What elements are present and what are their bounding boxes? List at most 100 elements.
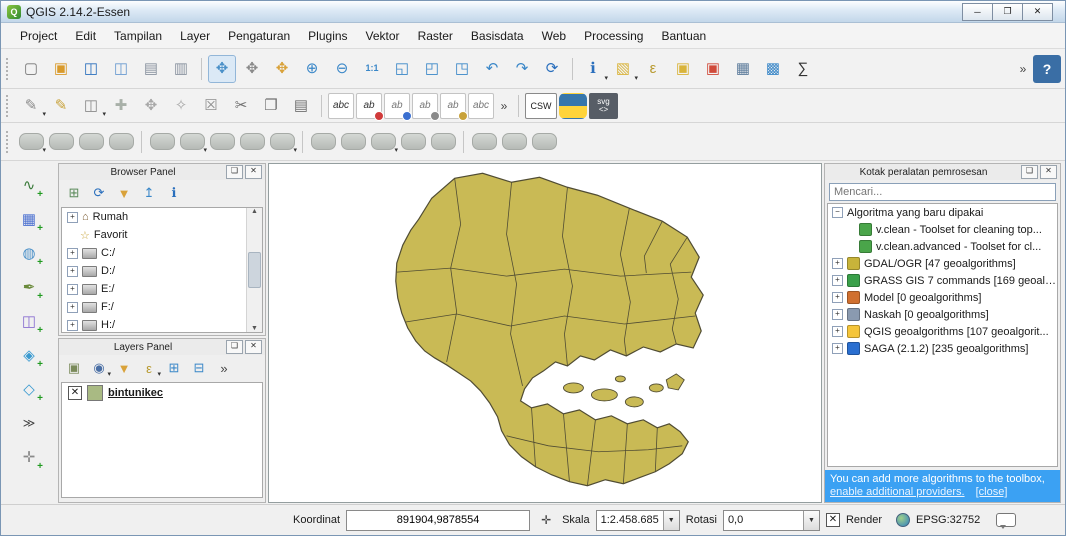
zoom-out-button[interactable]: ⊖ bbox=[328, 55, 356, 83]
current-edits-button[interactable]: ✎ ▾ bbox=[17, 93, 46, 119]
browser-item-rumah[interactable]: + ⌂ Rumah bbox=[62, 208, 262, 226]
field-calculator-button[interactable]: ▩ bbox=[759, 55, 787, 83]
statistical-summary-button[interactable]: ∑ bbox=[789, 55, 817, 83]
touch-zoom-pan-button[interactable]: ✥ bbox=[208, 54, 236, 83]
browser-item-f[interactable]: + F:/ bbox=[62, 298, 262, 316]
add-postgis-layer-button[interactable]: ◍ + bbox=[15, 239, 43, 269]
paste-features-button[interactable]: ▤ bbox=[287, 93, 315, 119]
toolbox-saga-group[interactable]: + SAGA (2.1.2) [235 geoalgorithms] bbox=[828, 340, 1057, 357]
collapse-all-layers-button[interactable]: ⊟ bbox=[189, 358, 209, 378]
layers-float-button[interactable]: ❏ bbox=[226, 340, 243, 354]
toolbox-close-button[interactable]: ✕ bbox=[1040, 165, 1057, 179]
toolbox-model-group[interactable]: + Model [0 geoalgorithms] bbox=[828, 289, 1057, 306]
menu-web[interactable]: Web bbox=[533, 25, 575, 47]
new-shapefile-layer-button[interactable]: ✛ + bbox=[15, 443, 43, 473]
layer-labeling-button[interactable]: abc bbox=[328, 92, 354, 119]
browser-item-c[interactable]: + C:/ bbox=[62, 244, 262, 262]
toolbox-gdal-group[interactable]: + GDAL/OGR [47 geoalgorithms] bbox=[828, 255, 1057, 272]
expand-icon[interactable]: + bbox=[67, 301, 78, 313]
menu-edit[interactable]: Edit bbox=[66, 25, 105, 47]
browser-scrollbar[interactable]: ▲ ▼ bbox=[246, 208, 262, 332]
remove-selection-button[interactable]: ▣ bbox=[699, 55, 727, 83]
toolbar1-overflow-chevron[interactable]: » bbox=[1015, 55, 1031, 83]
add-spatialite-layer-button[interactable]: ✒ + bbox=[15, 273, 43, 303]
restore-button[interactable]: ❐ bbox=[992, 2, 1023, 21]
minimize-button[interactable]: ─ bbox=[962, 2, 993, 21]
expand-icon[interactable]: + bbox=[832, 326, 843, 337]
delete-selected-button[interactable]: ☒ bbox=[197, 93, 225, 119]
expand-icon[interactable]: + bbox=[832, 292, 843, 303]
plugin-tool-08-button[interactable] bbox=[238, 129, 266, 155]
plugin-tool-01-button[interactable]: ▾ bbox=[17, 129, 46, 155]
expand-all-button[interactable]: ⊞ bbox=[164, 358, 184, 378]
add-raster-layer-button[interactable]: ▦ + bbox=[15, 205, 43, 235]
pan-to-selection-button[interactable]: ✥ bbox=[268, 55, 296, 83]
composer-manager-button[interactable]: ▥ bbox=[167, 55, 195, 83]
label-diagram-button[interactable]: ab bbox=[356, 92, 384, 121]
menu-raster[interactable]: Raster bbox=[409, 25, 462, 47]
plugin-tool-17-button[interactable] bbox=[530, 129, 558, 155]
menu-vektor[interactable]: Vektor bbox=[357, 25, 409, 47]
refresh-map-button[interactable]: ⟳ bbox=[538, 55, 566, 83]
layers-overflow-chevron[interactable]: » bbox=[214, 358, 234, 378]
zoom-full-button[interactable]: ◱ bbox=[388, 55, 416, 83]
filter-by-expression-button[interactable]: ε ▾ bbox=[139, 358, 161, 379]
add-mssql-layer-button[interactable]: ◫ + bbox=[15, 307, 43, 337]
browser-item-h[interactable]: + H:/ bbox=[62, 316, 262, 332]
toolbox-vclean-advanced-item[interactable]: v.clean.advanced - Toolset for cl... bbox=[828, 238, 1057, 255]
expand-icon[interactable]: + bbox=[832, 343, 843, 354]
rotation-spinbox[interactable]: 0,0 ▼ bbox=[722, 509, 820, 531]
toolbox-script-group[interactable]: + Naskah [0 geoalgorithms] bbox=[828, 306, 1057, 323]
left-toolbar-overflow-chevron[interactable]: ≫ bbox=[21, 409, 37, 437]
toggle-editing-button[interactable]: ✎ bbox=[47, 93, 75, 119]
zoom-next-button[interactable]: ↷ bbox=[508, 55, 536, 83]
add-selected-layers-button[interactable]: ⊞ bbox=[64, 183, 84, 203]
deselect-features-button[interactable]: ▣ bbox=[669, 55, 697, 83]
menu-tampilan[interactable]: Tampilan bbox=[105, 25, 171, 47]
svg-annotation-button[interactable]: svg <> bbox=[589, 92, 618, 119]
expand-icon[interactable]: + bbox=[67, 283, 78, 295]
cut-features-button[interactable]: ✂ bbox=[227, 93, 255, 119]
filter-browser-button[interactable]: ▼ bbox=[114, 183, 134, 203]
browser-item-e[interactable]: + E:/ bbox=[62, 280, 262, 298]
plugin-tool-09-button[interactable]: ▾ bbox=[268, 129, 297, 155]
layer-checkbox[interactable]: ✕ bbox=[68, 386, 82, 400]
add-vector-layer-button[interactable]: ∿ + bbox=[15, 171, 43, 201]
node-tool-button[interactable]: ✧ bbox=[167, 93, 195, 119]
browser-close-button[interactable]: ✕ bbox=[245, 165, 262, 179]
plugin-tool-14-button[interactable] bbox=[429, 129, 457, 155]
help-button[interactable]: ? bbox=[1033, 54, 1061, 83]
map-canvas[interactable] bbox=[268, 163, 822, 503]
expand-icon[interactable]: + bbox=[67, 211, 78, 223]
add-feature-button[interactable]: ✚ bbox=[107, 93, 135, 119]
pan-map-button[interactable]: ✥ bbox=[238, 55, 266, 83]
label-show-hide-button[interactable]: ab bbox=[412, 92, 440, 121]
expand-icon[interactable]: + bbox=[67, 265, 78, 277]
zoom-native-button[interactable]: 1:1 bbox=[358, 55, 386, 83]
plugin-tool-02-button[interactable] bbox=[47, 129, 75, 155]
python-console-button[interactable] bbox=[559, 92, 587, 119]
label-move-button[interactable]: ab bbox=[440, 92, 468, 121]
plugin-tool-16-button[interactable] bbox=[500, 129, 528, 155]
add-wms-layer-button[interactable]: ◈ + bbox=[15, 341, 43, 371]
browser-float-button[interactable]: ❏ bbox=[226, 165, 243, 179]
toolbox-vclean-item[interactable]: v.clean - Toolset for cleaning top... bbox=[828, 221, 1057, 238]
add-delimited-text-layer-button[interactable]: ◇ + bbox=[15, 375, 43, 405]
zoom-to-layer-button[interactable]: ◳ bbox=[448, 55, 476, 83]
refresh-browser-button[interactable]: ⟳ bbox=[89, 183, 109, 203]
scrollbar-thumb[interactable] bbox=[248, 252, 261, 288]
zoom-to-selection-button[interactable]: ◰ bbox=[418, 55, 446, 83]
expand-icon[interactable]: + bbox=[832, 275, 843, 286]
plugin-tool-06-button[interactable]: ▾ bbox=[178, 129, 207, 155]
csw-button[interactable]: CSW bbox=[525, 92, 557, 119]
open-project-button[interactable]: ▣ bbox=[47, 55, 75, 83]
mouse-extent-toggle-icon[interactable]: ✛ bbox=[536, 510, 556, 530]
label-properties-button[interactable]: abc bbox=[468, 92, 494, 119]
select-features-button[interactable]: ▧ ▾ bbox=[609, 55, 638, 83]
plugin-tool-04-button[interactable] bbox=[107, 129, 135, 155]
save-project-as-button[interactable]: ◫ bbox=[107, 55, 135, 83]
properties-widget-button[interactable]: ℹ bbox=[164, 183, 184, 203]
menu-bantuan[interactable]: Bantuan bbox=[652, 25, 715, 47]
move-feature-button[interactable]: ✥ bbox=[137, 93, 165, 119]
expand-icon[interactable]: + bbox=[832, 309, 843, 320]
